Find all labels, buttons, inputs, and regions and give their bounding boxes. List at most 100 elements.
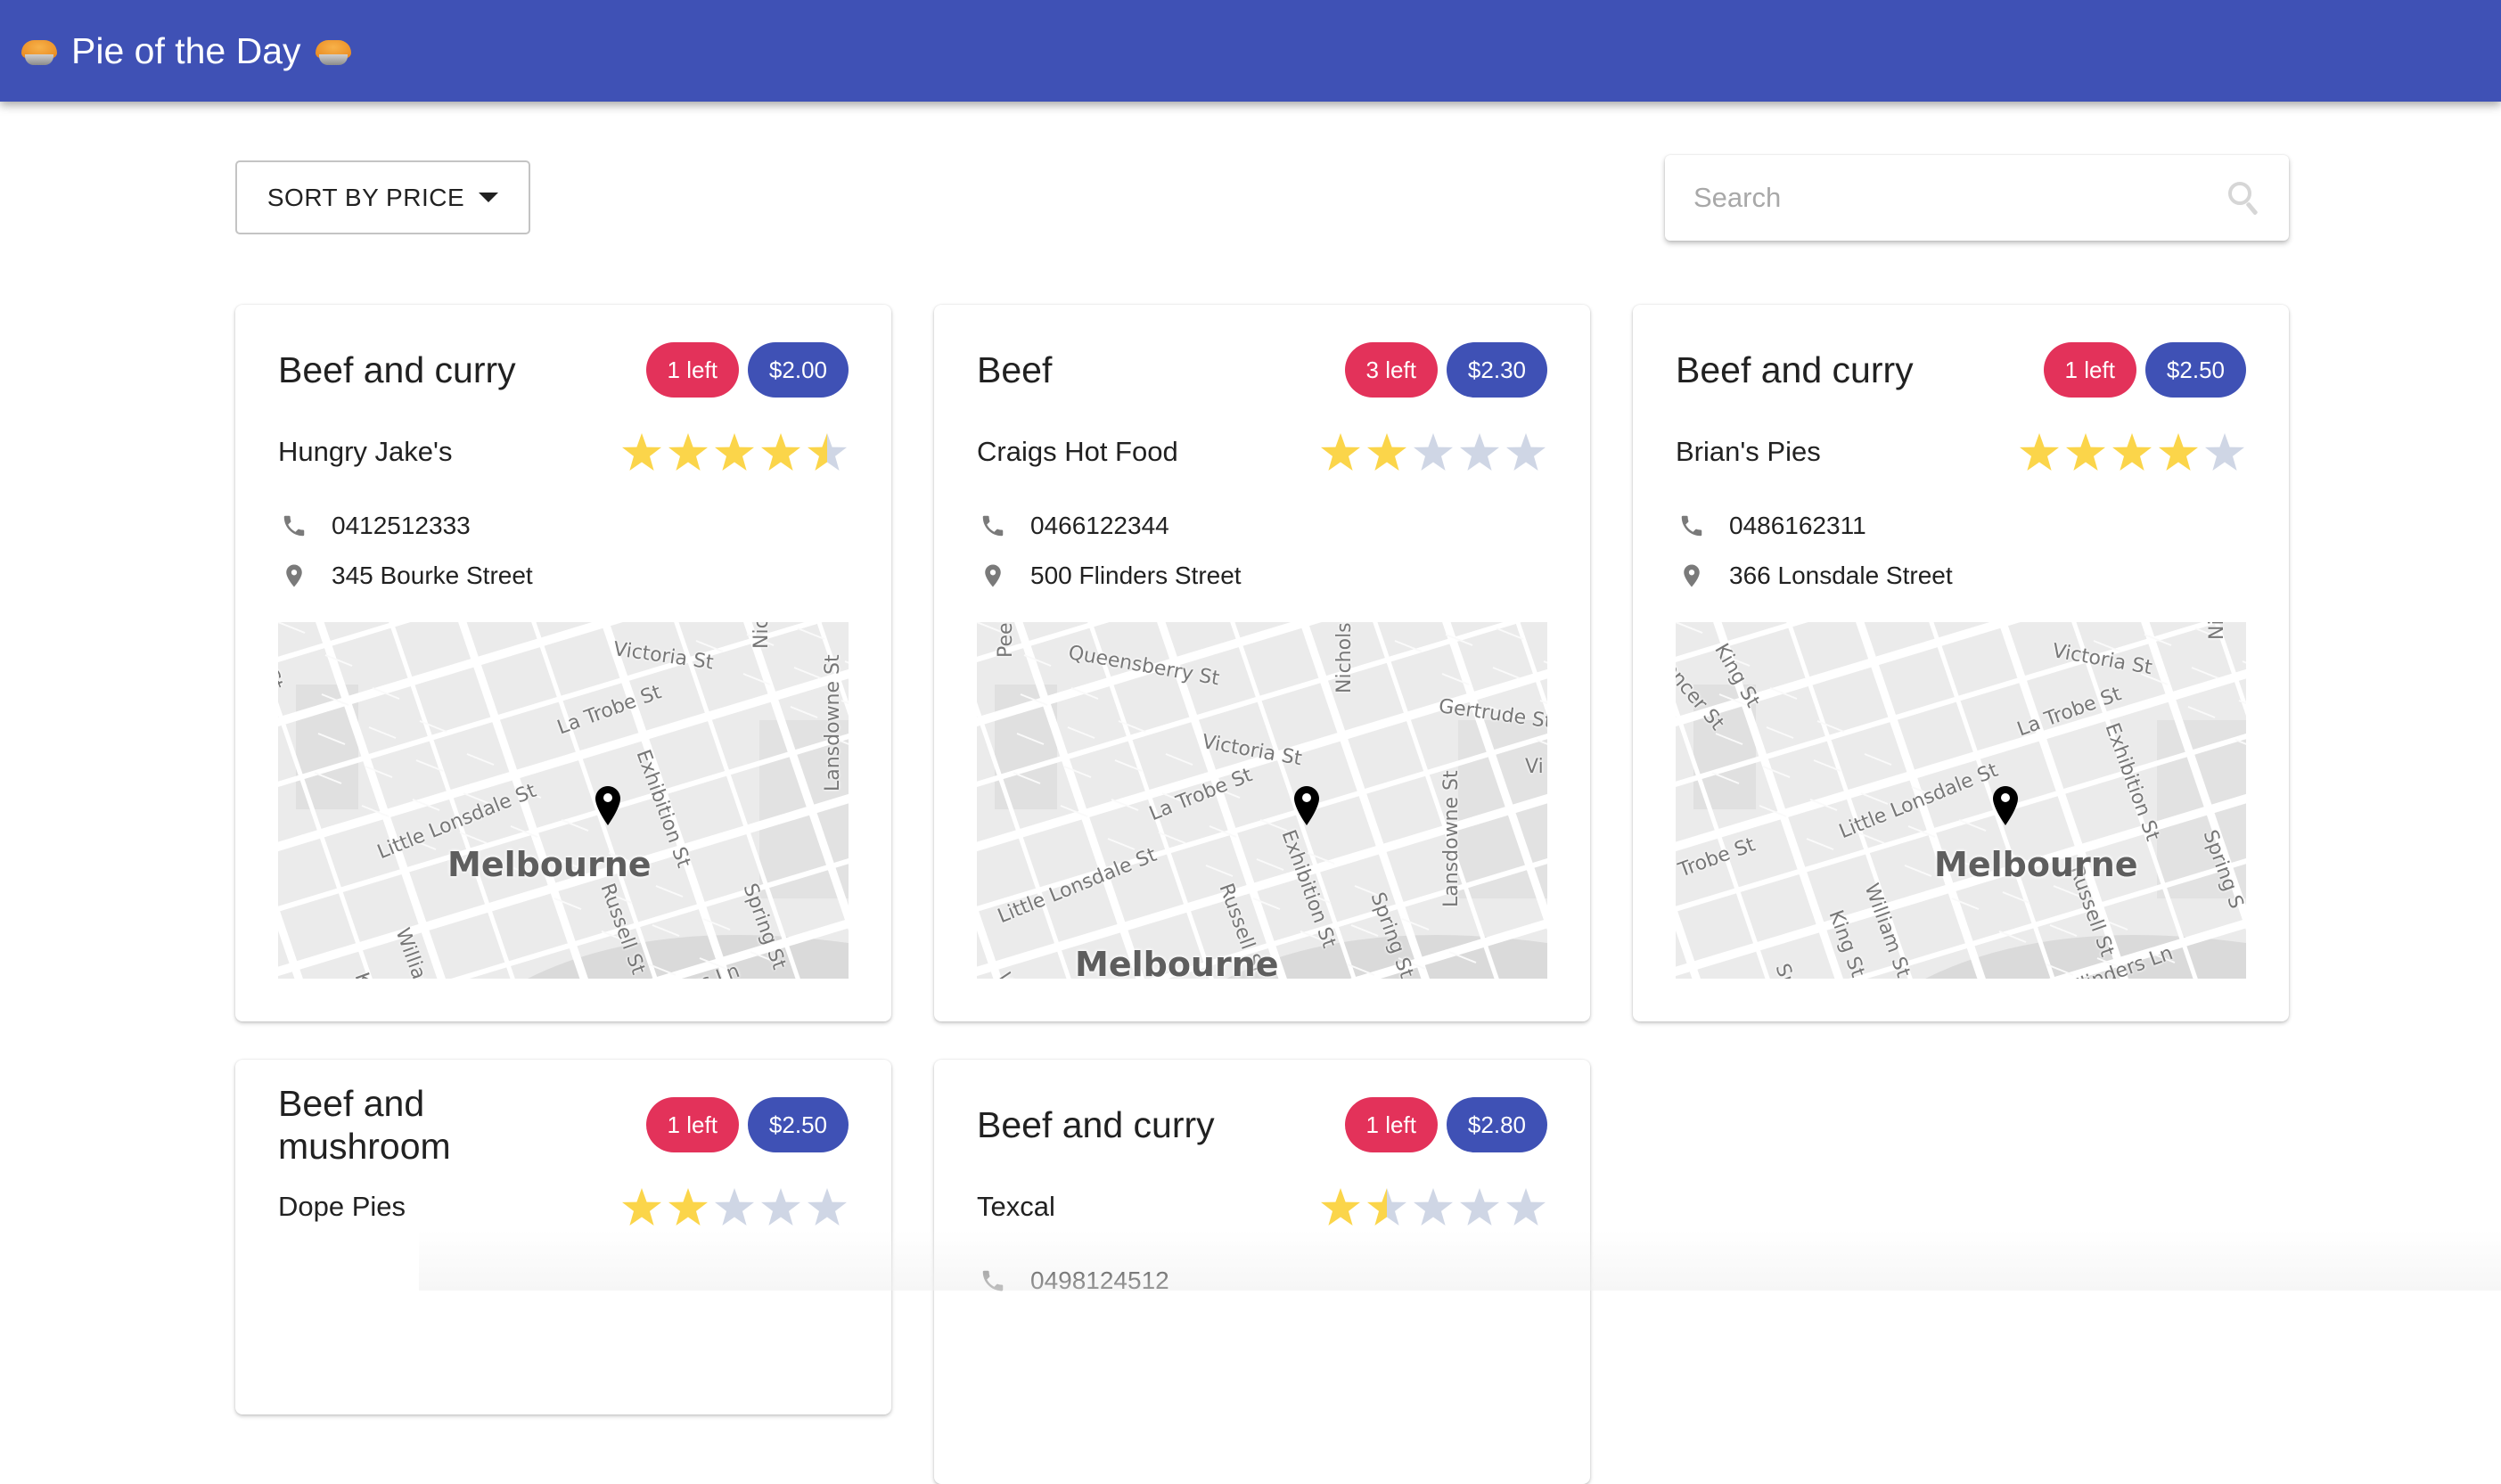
pie-card[interactable]: Beef and curry 1 left $2.80 Texcal 049812451…: [934, 1060, 1590, 1484]
star-icon: [1412, 431, 1455, 472]
sort-label: SORT BY PRICE: [266, 183, 465, 211]
address-row: 345 Bourke Street: [278, 551, 849, 601]
star-icon: [806, 1186, 849, 1227]
shop-name: Brian's Pies: [1676, 436, 1821, 467]
phone-row: 0412512333: [278, 501, 849, 551]
city-label: Melbourne: [1075, 945, 1279, 979]
stock-badge: 1 left: [645, 342, 739, 398]
pie-name: Beef: [977, 349, 1053, 390]
address: 345 Bourke Street: [332, 562, 533, 589]
star-icon: [1365, 1186, 1408, 1227]
star-rating: [1319, 1186, 1547, 1227]
stock-badge: 1 left: [2043, 342, 2136, 398]
map[interactable]: Peel St Queensberry St Nicholson St Gertrud…: [977, 622, 1547, 979]
caret-down-icon: [479, 193, 499, 202]
pie-icon: [20, 33, 59, 69]
star-icon: [667, 1186, 709, 1227]
address: 500 Flinders Street: [1030, 562, 1242, 589]
phone-icon: [977, 1265, 1009, 1297]
card-header: Beef and curry 1 left $2.80: [977, 1060, 1547, 1174]
star-icon: [620, 431, 663, 472]
phone-row: 0486162311: [1676, 501, 2246, 551]
star-rating: [1319, 431, 1547, 472]
app-title-text: Pie of the Day: [71, 29, 301, 71]
search-box: [1665, 155, 2289, 241]
star-icon: [759, 1186, 802, 1227]
star-icon: [2157, 431, 2200, 472]
shop-name: Hungry Jake's: [278, 436, 453, 467]
pie-card[interactable]: Beef and curry 1 left $2.50 Brian's Pies 048…: [1633, 305, 2289, 1021]
address-row: 500 Flinders Street: [977, 551, 1547, 601]
star-icon: [1505, 1186, 1547, 1227]
star-icon: [1412, 1186, 1455, 1227]
pie-name: Beef and curry: [977, 1104, 1215, 1145]
star-icon: [667, 431, 709, 472]
shop-name: Dope Pies: [278, 1191, 406, 1222]
phone-number[interactable]: 0466122344: [1030, 512, 1169, 540]
map-marker-icon[interactable]: [1294, 786, 1319, 825]
star-icon: [2111, 431, 2153, 472]
star-icon: [713, 431, 756, 472]
search-input[interactable]: [1693, 182, 2226, 214]
star-icon: [1365, 431, 1408, 472]
street-label: Lansdowne St: [822, 654, 844, 791]
street-label: Nicho: [750, 622, 773, 649]
pie-icon: [314, 33, 353, 69]
star-icon: [1319, 431, 1362, 472]
phone-number[interactable]: 0486162311: [1729, 512, 1866, 540]
pie-name: Beef and mushroom: [278, 1083, 451, 1167]
stock-badge: 1 left: [645, 1097, 739, 1152]
price-badge: $2.30: [1446, 342, 1547, 398]
price-badge: $2.80: [1446, 1097, 1547, 1152]
street-label: Nicholson St: [1333, 622, 1356, 693]
map[interactable]: Victoria St La Trobe St Exhibition St Littl…: [278, 622, 849, 979]
phone-row: 0498124512: [977, 1256, 1547, 1306]
map-marker-icon[interactable]: [595, 786, 620, 825]
shop-name: Texcal: [977, 1191, 1055, 1222]
star-icon: [1458, 1186, 1501, 1227]
shop-name: Craigs Hot Food: [977, 436, 1178, 467]
card-header: Beef and mushroom 1 left $2.50: [278, 1060, 849, 1174]
pie-card[interactable]: Beef and curry 1 left $2.00 Hungry Jake's 04…: [235, 305, 891, 1021]
pie-card[interactable]: Beef 3 left $2.30 Craigs Hot Food 0466122344…: [934, 305, 1590, 1021]
card-header: Beef and curry 1 left $2.50: [1676, 305, 2246, 419]
pie-name: Beef and curry: [1676, 349, 1914, 390]
stock-badge: 3 left: [1344, 342, 1438, 398]
phone-icon: [1676, 510, 1708, 542]
phone-row: 0466122344: [977, 501, 1547, 551]
location-pin-icon: [977, 560, 1009, 592]
phone-icon: [977, 510, 1009, 542]
star-icon: [806, 431, 849, 472]
card-header: Beef and curry 1 left $2.00: [278, 305, 849, 419]
star-icon: [1319, 1186, 1362, 1227]
street-label: Lansdowne St: [1440, 770, 1463, 907]
phone-icon: [278, 510, 310, 542]
street-label: Nichol: [2206, 622, 2228, 640]
address: 366 Lonsdale Street: [1729, 562, 1953, 589]
sort-by-price-button[interactable]: SORT BY PRICE: [235, 160, 530, 234]
star-icon: [2064, 431, 2107, 472]
star-rating: [620, 1186, 849, 1227]
city-label: Melbourne: [1934, 845, 2138, 884]
street-label: Vi: [1525, 756, 1544, 778]
price-badge: $2.50: [747, 1097, 849, 1152]
phone-number[interactable]: 0498124512: [1030, 1267, 1169, 1295]
map-marker-icon[interactable]: [1993, 786, 2018, 825]
app-bar: Pie of the Day: [0, 0, 2501, 102]
street-label: Peel St: [995, 622, 1017, 658]
star-icon: [2018, 431, 2061, 472]
phone-number[interactable]: 0412512333: [332, 512, 471, 540]
pie-name: Beef and curry: [278, 349, 516, 390]
map[interactable]: encer St King St Victoria St La Trobe St Exh…: [1676, 622, 2246, 979]
app-title: Pie of the Day: [20, 30, 353, 72]
city-label: Melbourne: [447, 845, 652, 884]
star-rating: [620, 431, 849, 472]
pie-card[interactable]: Beef and mushroom 1 left $2.50 Dope Pies: [235, 1060, 891, 1414]
star-icon: [759, 431, 802, 472]
star-icon: [1458, 431, 1501, 472]
price-badge: $2.50: [2144, 342, 2246, 398]
search-icon[interactable]: [2226, 180, 2262, 216]
stock-badge: 1 left: [1344, 1097, 1438, 1152]
location-pin-icon: [1676, 560, 1708, 592]
star-icon: [713, 1186, 756, 1227]
